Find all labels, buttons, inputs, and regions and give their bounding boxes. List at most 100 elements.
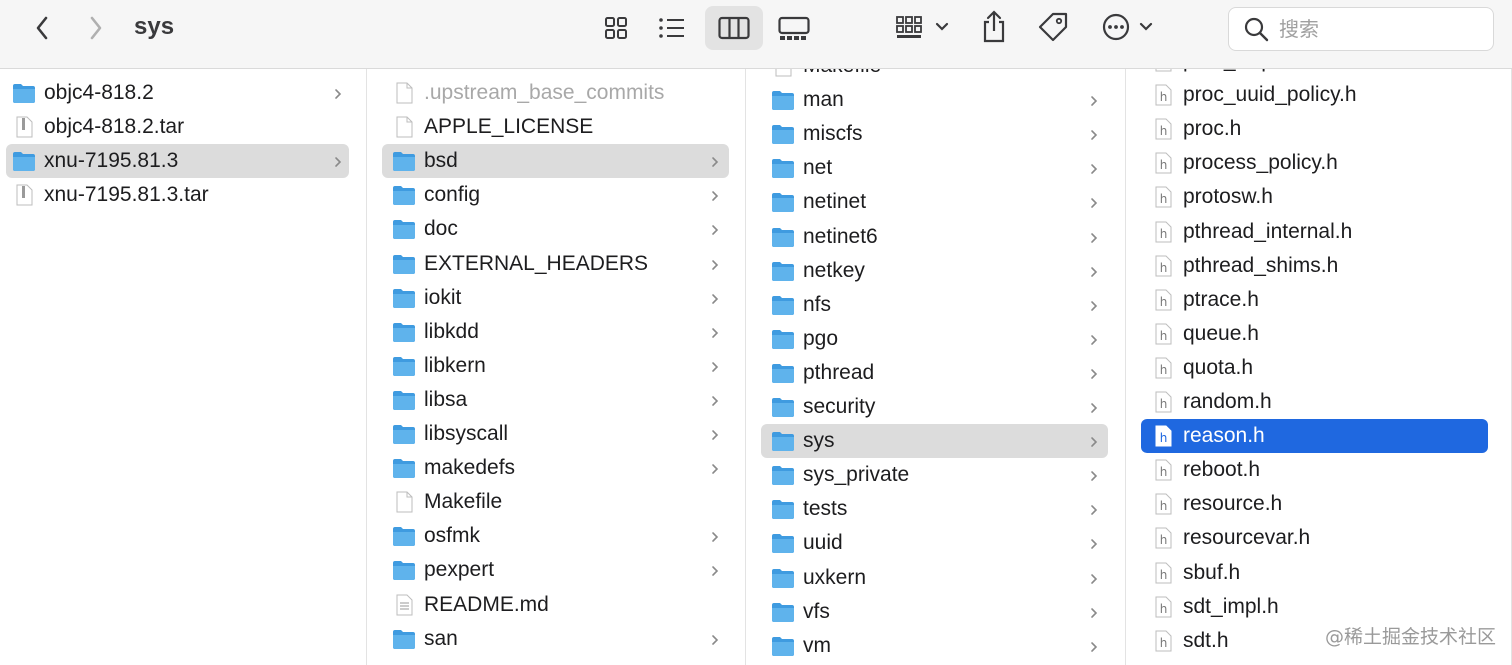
file-row[interactable]: .upstream_base_commits <box>367 76 745 110</box>
folder-row[interactable]: vfs <box>746 595 1125 629</box>
svg-text:h: h <box>1160 602 1168 616</box>
folder-row[interactable]: sys <box>746 424 1125 459</box>
folder-row[interactable]: netinet <box>746 185 1125 219</box>
folder-row[interactable]: man <box>746 83 1125 117</box>
tag-icon <box>1038 12 1068 42</box>
chevron-right-icon <box>710 459 720 483</box>
folder-row[interactable]: doc <box>367 212 745 246</box>
file-row[interactable]: h sbuf.h <box>1126 556 1511 590</box>
folder-row[interactable]: config <box>367 178 745 212</box>
file-row[interactable]: h pthread_shims.h <box>1126 249 1511 283</box>
folder-row[interactable]: xnu-7195.81.3 <box>0 144 366 179</box>
chevron-right-icon <box>1089 534 1099 558</box>
file-row[interactable]: h proc_uuid_policy.h <box>1126 78 1511 112</box>
column-3[interactable]: Makefile man miscfs net netinet netinet6 netke… <box>746 69 1126 665</box>
file-row[interactable]: h sdt_impl.h <box>1126 590 1511 624</box>
list-view-button[interactable] <box>650 6 694 50</box>
column-2[interactable]: .upstream_base_commits APPLE_LICENSE bsd co… <box>367 69 746 665</box>
header-file-icon: h <box>1151 459 1175 481</box>
svg-text:h: h <box>1160 329 1168 343</box>
item-label: pgo <box>803 326 839 350</box>
folder-row[interactable]: pexpert <box>367 553 745 587</box>
file-row[interactable]: h quota.h <box>1126 351 1511 385</box>
folder-row[interactable]: net <box>746 151 1125 185</box>
file-row[interactable]: h resourcevar.h <box>1126 521 1511 555</box>
search-input[interactable] <box>1277 16 1491 42</box>
document-icon <box>392 491 416 513</box>
folder-row[interactable]: libsa <box>367 383 745 417</box>
folder-row[interactable]: tests <box>746 492 1125 526</box>
folder-row[interactable]: makedefs <box>367 451 745 485</box>
folder-row[interactable]: san <box>367 622 745 656</box>
folder-row[interactable]: vm <box>746 629 1125 663</box>
folder-row[interactable]: osfmk <box>367 519 745 553</box>
folder-row[interactable]: iokit <box>367 281 745 315</box>
folder-row[interactable]: libkern <box>367 349 745 383</box>
file-row[interactable]: h pthread_internal.h <box>1126 215 1511 249</box>
file-row[interactable]: h ptrace.h <box>1126 283 1511 317</box>
file-row[interactable]: APPLE_LICENSE <box>367 110 745 144</box>
chevron-right-icon <box>1089 91 1099 115</box>
folder-icon <box>771 567 795 589</box>
folder-row[interactable]: netkey <box>746 254 1125 288</box>
file-row[interactable]: h proc_reqaro.h <box>1126 69 1511 78</box>
item-label: quota.h <box>1183 355 1254 379</box>
item-label: sys_private <box>803 463 910 487</box>
watermark: @稀土掘金技术社区 <box>1324 626 1496 648</box>
more-actions-button[interactable] <box>1100 10 1160 44</box>
file-row[interactable]: h process_policy.h <box>1126 146 1511 180</box>
header-file-icon: h <box>1151 493 1175 515</box>
group-button[interactable] <box>890 12 954 44</box>
column-view-button[interactable] <box>705 6 763 50</box>
folder-row[interactable]: nfs <box>746 288 1125 322</box>
file-row[interactable]: h reboot.h <box>1126 453 1511 487</box>
folder-icon <box>771 635 795 657</box>
column-1[interactable]: objc4-818.2 objc4-818.2.tar xnu-7195.81.3 x… <box>0 69 367 665</box>
file-row[interactable]: h reason.h <box>1126 419 1511 454</box>
item-label: libkdd <box>424 319 479 343</box>
file-row[interactable]: h proc.h <box>1126 112 1511 146</box>
folder-row[interactable]: libsyscall <box>367 417 745 451</box>
file-row[interactable]: README.md <box>367 588 745 622</box>
share-button[interactable] <box>978 9 1010 45</box>
item-label: doc <box>424 217 458 241</box>
icon-view-button[interactable] <box>596 6 636 50</box>
folder-row[interactable]: uuid <box>746 526 1125 560</box>
folder-row[interactable]: miscfs <box>746 117 1125 151</box>
folder-row[interactable]: objc4-818.2 <box>0 76 366 110</box>
folder-row[interactable]: libkdd <box>367 315 745 349</box>
back-button[interactable] <box>26 12 58 44</box>
file-row[interactable]: objc4-818.2.tar <box>0 110 366 144</box>
file-row[interactable]: Makefile <box>746 69 1125 83</box>
folder-row[interactable]: pthread <box>746 356 1125 390</box>
folder-row[interactable]: uxkern <box>746 561 1125 595</box>
item-label: pthread_internal.h <box>1183 219 1353 243</box>
folder-row[interactable]: EXTERNAL_HEADERS <box>367 247 745 281</box>
file-row[interactable]: h resource.h <box>1126 487 1511 521</box>
tag-button[interactable] <box>1036 10 1070 44</box>
column-browser: objc4-818.2 objc4-818.2.tar xnu-7195.81.3 x… <box>0 69 1512 665</box>
folder-row[interactable]: sys_private <box>746 458 1125 492</box>
file-row[interactable]: h protosw.h <box>1126 180 1511 214</box>
file-row[interactable]: Makefile <box>367 485 745 519</box>
column-4[interactable]: hproc_reqaro.hhproc_uuid_policy.hhproc.h… <box>1126 69 1512 665</box>
forward-button[interactable] <box>80 12 112 44</box>
gallery-view-button[interactable] <box>772 6 816 50</box>
item-label: pexpert <box>424 558 495 582</box>
folder-row[interactable]: security <box>746 390 1125 424</box>
file-row[interactable]: xnu-7195.81.3.tar <box>0 178 366 212</box>
folder-row[interactable]: netinet6 <box>746 220 1125 254</box>
svg-text:h: h <box>1160 431 1168 445</box>
item-label: pthread_shims.h <box>1183 253 1339 277</box>
chevron-right-icon <box>710 425 720 449</box>
folder-row[interactable]: pgo <box>746 322 1125 356</box>
chevron-right-icon <box>1089 159 1099 183</box>
file-row[interactable]: h random.h <box>1126 385 1511 419</box>
folder-icon <box>392 321 416 343</box>
file-row[interactable]: h queue.h <box>1126 317 1511 351</box>
folder-icon <box>12 82 36 104</box>
item-label: EXTERNAL_HEADERS <box>424 251 649 275</box>
folder-row[interactable]: bsd <box>367 144 745 179</box>
search-field[interactable] <box>1228 7 1494 51</box>
chevron-right-icon <box>710 323 720 347</box>
